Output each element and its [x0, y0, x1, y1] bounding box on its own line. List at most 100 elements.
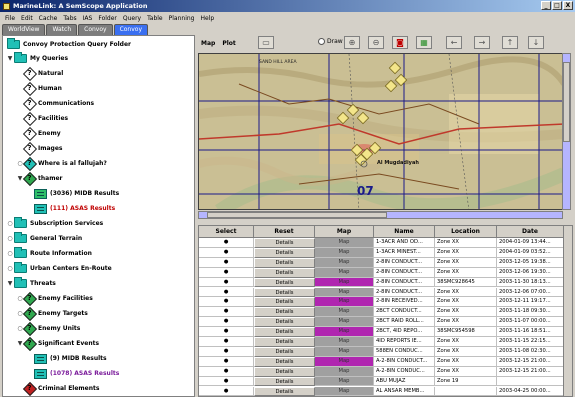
table-row[interactable]: ● Details Map 1-3ACR MINEST... Zone XX 2004-0… — [199, 247, 572, 258]
table-row[interactable]: ● Details Map A-2-8IN CONDUCT... Zone XX 2003… — [199, 356, 572, 367]
expander-icon[interactable] — [27, 205, 33, 212]
select-radio[interactable]: ● — [199, 307, 254, 318]
map-button[interactable]: Map — [315, 257, 374, 268]
details-button[interactable]: Details — [254, 287, 315, 298]
select-radio[interactable]: ● — [199, 327, 254, 337]
col-reset[interactable]: Reset — [254, 226, 315, 238]
col-map[interactable]: Map — [315, 226, 374, 238]
map-hscroll-thumb[interactable] — [207, 212, 387, 218]
table-row[interactable]: ● Details Map 2BCT RAID ROLL... Zone XX 2003-… — [199, 317, 572, 328]
forward-arrow-icon[interactable]: → — [474, 36, 490, 49]
map-vertical-scrollbar[interactable] — [562, 53, 571, 210]
select-radio[interactable]: ● — [199, 277, 254, 288]
table-row[interactable]: ● Details Map ABU MUJAZ Zone 19 — [199, 376, 572, 387]
map-button[interactable]: Map — [315, 337, 374, 347]
expander-icon[interactable]: ○ — [7, 220, 13, 227]
select-tool-icon[interactable]: ▭ — [258, 36, 274, 49]
tree-item[interactable]: ○Enemy Targets — [17, 307, 87, 320]
details-button[interactable]: Details — [254, 356, 315, 367]
map-canvas[interactable]: SAND HILL AREA Al Mugdadiyah 07 — [198, 53, 563, 210]
tree-item[interactable]: ○ Urban Centers En-Route — [7, 262, 112, 275]
back-arrow-icon[interactable]: ← — [446, 36, 462, 49]
col-select[interactable]: Select — [199, 226, 254, 238]
select-radio[interactable]: ● — [199, 257, 254, 268]
map-button[interactable]: Map — [315, 327, 374, 337]
map-button[interactable]: Map — [315, 346, 374, 357]
details-button[interactable]: Details — [254, 247, 315, 258]
tree-item[interactable]: ○ Subscription Services — [7, 217, 103, 230]
select-radio[interactable]: ● — [199, 267, 254, 278]
select-radio[interactable]: ● — [199, 346, 254, 357]
table-row[interactable]: ● Details Map 2-8IN RECEIVED... Zone XX 2003-… — [199, 297, 572, 308]
select-radio[interactable]: ● — [199, 366, 254, 377]
tree-item[interactable]: ▼ My Queries — [7, 52, 68, 65]
tree-item[interactable]: ○Enemy Units — [17, 322, 80, 335]
map-button[interactable]: Map — [315, 277, 374, 288]
tree-item[interactable]: (3036) MIDB Results — [27, 187, 119, 200]
menu-file[interactable]: File — [2, 15, 18, 22]
map-button[interactable]: Map — [315, 267, 374, 278]
col-location[interactable]: Location — [435, 226, 497, 238]
select-radio[interactable]: ● — [199, 356, 254, 367]
tree-item[interactable]: Natural — [17, 67, 63, 80]
menu-cache[interactable]: Cache — [36, 15, 61, 22]
menu-help[interactable]: Help — [197, 15, 217, 22]
table-row[interactable]: ● Details Map 2BCT CONDUCT... Zone XX 2003-11… — [199, 307, 572, 318]
details-button[interactable]: Details — [254, 257, 315, 268]
select-radio[interactable]: ● — [199, 317, 254, 328]
map-vscroll-thumb[interactable] — [563, 62, 570, 142]
details-button[interactable]: Details — [254, 277, 315, 288]
tab-convoy-2[interactable]: Convoy — [78, 24, 113, 35]
select-radio[interactable]: ● — [199, 238, 254, 248]
map-view[interactable]: SAND HILL AREA Al Mugdadiyah 07 — [198, 53, 573, 238]
expander-icon[interactable]: ▼ — [7, 55, 13, 62]
select-radio[interactable]: ● — [199, 247, 254, 258]
map-button[interactable]: Map — [315, 297, 374, 308]
tree-item[interactable]: Communications — [17, 97, 94, 110]
map-button[interactable]: Map — [315, 287, 374, 298]
tree-item[interactable]: Human — [17, 82, 62, 95]
tree-item[interactable]: (111) ASAS Results — [27, 202, 115, 215]
details-button[interactable]: Details — [254, 267, 315, 278]
expander-icon[interactable]: ○ — [7, 235, 13, 242]
expander-icon[interactable] — [27, 370, 33, 377]
down-arrow-icon[interactable]: ↓ — [528, 36, 544, 49]
details-button[interactable]: Details — [254, 327, 315, 337]
tree-item[interactable]: ▼Significant Events — [17, 337, 99, 350]
menu-ias[interactable]: IAS — [80, 15, 96, 22]
table-row[interactable]: ● Details Map 588EN CONDUC... Zone XX 2003-11… — [199, 346, 572, 357]
expander-icon[interactable]: ○ — [7, 250, 13, 257]
tree-root[interactable]: Convoy Protection Query Folder — [7, 38, 131, 51]
query-tree[interactable]: Convoy Protection Query Folder ▼ My Queri… — [2, 35, 195, 397]
details-button[interactable]: Details — [254, 337, 315, 347]
tree-item[interactable]: ▼thamer — [17, 172, 63, 185]
map-button[interactable]: Map — [315, 356, 374, 367]
details-button[interactable]: Details — [254, 376, 315, 387]
tree-item[interactable]: Enemy — [17, 127, 61, 140]
table-row[interactable]: ● Details Map 2-8IN CONDUCT... Zone XX 2003-1… — [199, 287, 572, 298]
expander-icon[interactable]: ○ — [7, 265, 13, 272]
table-row[interactable]: ● Details Map 4ID REPORTS IE... Zone XX 2003-… — [199, 337, 572, 347]
tree-item[interactable]: ○ Route Information — [7, 247, 92, 260]
map-button[interactable]: Map — [315, 307, 374, 318]
tree-item[interactable]: (9) MIDB Results — [27, 352, 107, 365]
tab-convoy-3[interactable]: Convoy — [113, 24, 148, 35]
table-row[interactable]: ● Details Map 2-8IN CONDUCT... Zone XX 2003-1… — [199, 257, 572, 268]
select-radio[interactable]: ● — [199, 376, 254, 387]
tree-item[interactable]: ○ General Terrain — [7, 232, 82, 245]
tree-item[interactable]: ○Where is al fallujah? — [17, 157, 107, 170]
col-date[interactable]: Date — [497, 226, 564, 238]
tree-item[interactable]: Images — [17, 142, 62, 155]
tree-item[interactable]: Facilities — [17, 112, 68, 125]
tab-watch-1[interactable]: Watch — [46, 24, 78, 35]
menu-edit[interactable]: Edit — [18, 15, 36, 22]
details-button[interactable]: Details — [254, 297, 315, 308]
maximize-button[interactable]: □ — [552, 1, 562, 10]
map-button[interactable]: Map — [315, 376, 374, 387]
tree-item[interactable]: Criminal Elements — [17, 382, 99, 395]
expander-icon[interactable] — [27, 190, 33, 197]
map-menu[interactable]: Map — [201, 40, 215, 47]
tree-item[interactable]: ○Enemy Facilities — [17, 292, 92, 305]
tree-item[interactable]: (1078) ASAS Results — [27, 367, 119, 380]
map-button[interactable]: Map — [315, 247, 374, 258]
